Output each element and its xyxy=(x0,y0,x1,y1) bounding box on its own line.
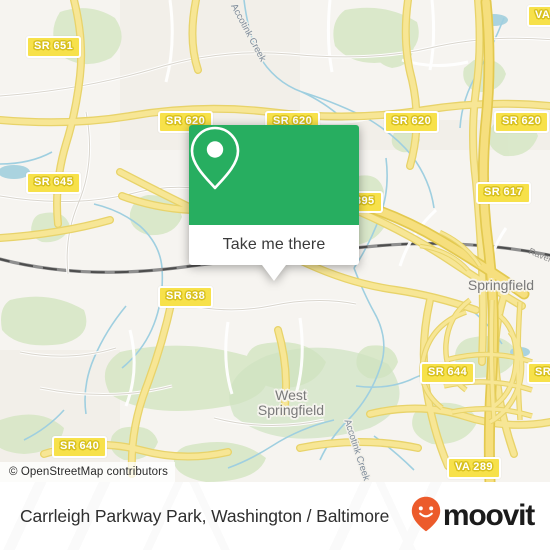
road-shield: SR 644 xyxy=(420,362,476,384)
place-label: West Springfield xyxy=(257,387,325,418)
screenshot-root: SR 651 VA SR 620 SR 620 SR 620 SR 620 SR 645 SR… xyxy=(0,0,550,550)
moovit-wordmark: moovit xyxy=(442,499,535,532)
road-shield: SR 645 xyxy=(26,172,82,194)
take-me-there-label: Take me there xyxy=(222,236,326,253)
road-shield: SR 617 xyxy=(476,182,532,204)
page-title: Carrleigh Parkway Park, Washington / Bal… xyxy=(20,505,390,526)
road-shield: VA xyxy=(527,5,550,27)
road-shield: SR 640 xyxy=(52,436,108,458)
road-shield: SR 638 xyxy=(158,286,214,308)
callout-pin-panel xyxy=(189,125,359,225)
map-canvas[interactable]: SR 651 VA SR 620 SR 620 SR 620 SR 620 SR 645 SR… xyxy=(0,0,550,482)
road-shield: VA 289 xyxy=(447,457,501,479)
moovit-smiley-pin-icon xyxy=(411,496,441,537)
take-me-there-button[interactable]: Take me there xyxy=(189,225,359,265)
road-shield: SR 651 xyxy=(26,36,82,58)
callout-tail xyxy=(262,265,286,281)
footer-bar: Carrleigh Parkway Park, Washington / Bal… xyxy=(0,482,550,550)
moovit-logo[interactable]: moovit xyxy=(411,496,535,537)
road-shield: SR 620 xyxy=(384,111,440,133)
road-shield: SR 620 xyxy=(494,111,550,133)
place-label: Springfield xyxy=(467,277,535,293)
road-shield: SR 6 xyxy=(527,362,550,384)
destination-callout[interactable]: Take me there xyxy=(189,125,359,281)
osm-attribution[interactable]: © OpenStreetMap contributors xyxy=(0,462,175,482)
